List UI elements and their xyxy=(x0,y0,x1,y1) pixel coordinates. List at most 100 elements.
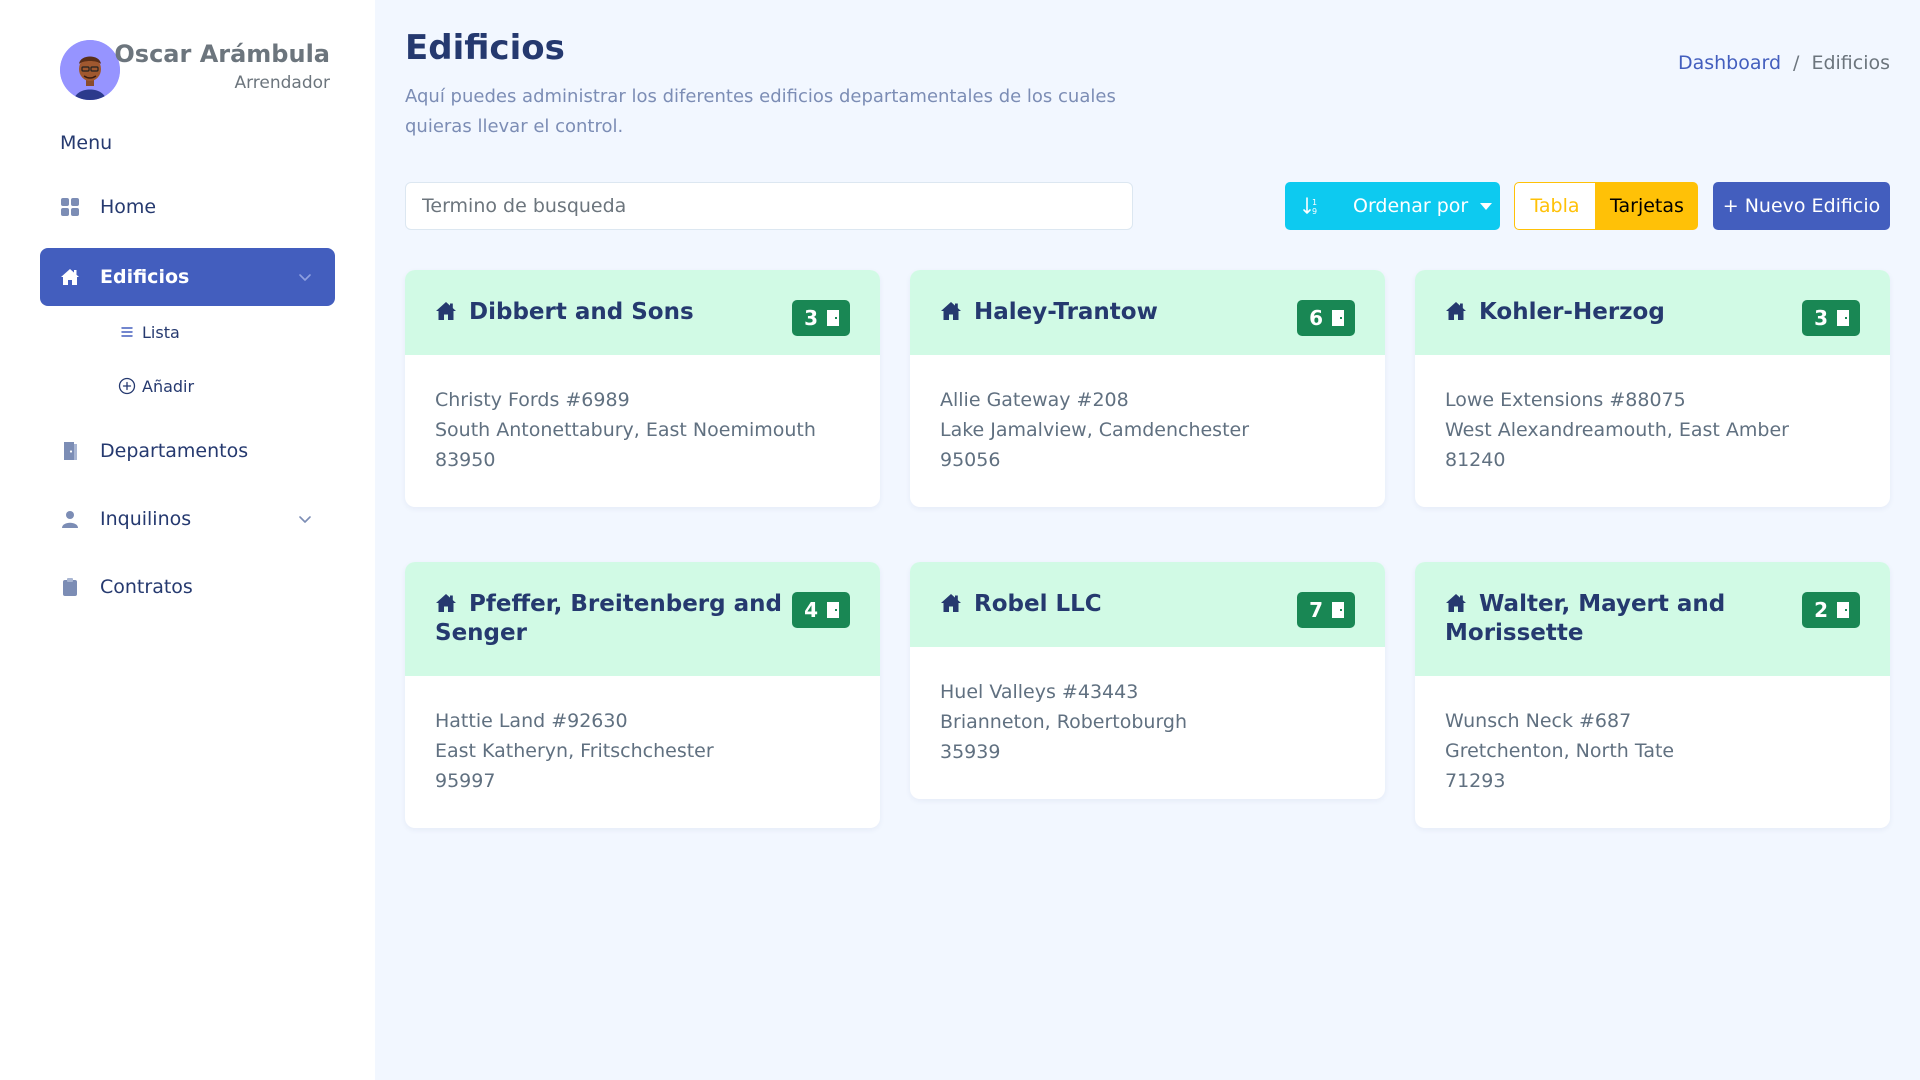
apartments-count: 3 xyxy=(1814,306,1828,330)
building-city: West Alexandreamouth, East Amber xyxy=(1445,419,1789,441)
user-role: Arrendador xyxy=(234,73,330,93)
building-card-body: Huel Valleys #43443 Brianneton, Robertob… xyxy=(910,647,1385,799)
new-building-button[interactable]: + Nuevo Edificio xyxy=(1713,182,1890,230)
building-name: Kohler-Herzog xyxy=(1445,298,1795,327)
sidebar-item-label: Edificios xyxy=(100,266,190,288)
door-icon xyxy=(1331,601,1345,619)
breadcrumb-link-dashboard[interactable]: Dashboard xyxy=(1678,52,1781,74)
chevron-down-icon xyxy=(297,269,313,285)
building-name-text: Kohler-Herzog xyxy=(1479,299,1665,325)
user-profile: Oscar Arámbula Arrendador xyxy=(60,40,330,100)
sidebar-item-label: Home xyxy=(100,196,157,218)
grid-icon xyxy=(60,197,80,217)
menu-title: Menu xyxy=(60,132,113,154)
building-city: Lake Jamalview, Camdenchester xyxy=(940,419,1250,441)
building-address: Wunsch Neck #687 xyxy=(1445,710,1632,732)
apartments-count-badge: 3 xyxy=(792,300,850,336)
apartments-count-badge: 7 xyxy=(1297,592,1355,628)
building-card[interactable]: Kohler-Herzog 3 Lowe Extensions #88075 W… xyxy=(1415,270,1890,507)
clipboard-icon xyxy=(60,577,80,597)
breadcrumb-separator: / xyxy=(1793,52,1800,74)
building-card-body: Hattie Land #92630 East Katheryn, Fritsc… xyxy=(405,676,880,828)
door-icon xyxy=(826,601,840,619)
door-icon xyxy=(1836,309,1850,327)
building-card-body: Lowe Extensions #88075 West Alexandreamo… xyxy=(1415,355,1890,507)
apartments-count: 7 xyxy=(1309,598,1323,622)
view-toggle-group: Tabla Tarjetas xyxy=(1514,182,1698,230)
sort-button-label: Ordenar por xyxy=(1353,195,1469,217)
plus-circle-icon xyxy=(118,377,136,395)
avatar[interactable] xyxy=(60,40,120,100)
sort-dropdown-button[interactable]: 19 Ordenar por xyxy=(1285,182,1500,230)
house-icon xyxy=(940,593,962,613)
building-name-text: Robel LLC xyxy=(974,591,1102,617)
sidebar-subitem-label: Lista xyxy=(142,322,180,342)
apartments-count-badge: 4 xyxy=(792,592,850,628)
building-card[interactable]: Dibbert and Sons 3 Christy Fords #6989 S… xyxy=(405,270,880,507)
chevron-down-icon xyxy=(297,511,313,527)
sidebar-item-label: Contratos xyxy=(100,576,193,598)
view-cards-button[interactable]: Tarjetas xyxy=(1596,182,1698,230)
building-card[interactable]: Pfeffer, Breitenberg and Senger 4 Hattie… xyxy=(405,562,880,828)
building-name: Walter, Mayert and Morissette xyxy=(1445,590,1795,648)
building-zip: 81240 xyxy=(1445,449,1506,471)
building-card[interactable]: Walter, Mayert and Morissette 2 Wunsch N… xyxy=(1415,562,1890,828)
svg-text:1: 1 xyxy=(1312,198,1317,207)
building-card-header: Dibbert and Sons 3 xyxy=(405,270,880,355)
building-card[interactable]: Haley-Trantow 6 Allie Gateway #208 Lake … xyxy=(910,270,1385,507)
sidebar-item-home[interactable]: Home xyxy=(40,178,335,236)
door-icon xyxy=(1331,309,1345,327)
building-city: South Antonettabury, East Noemimouth xyxy=(435,419,816,441)
building-card-body: Wunsch Neck #687 Gretchenton, North Tate… xyxy=(1415,676,1890,828)
view-table-button[interactable]: Tabla xyxy=(1514,182,1596,230)
apartments-count-badge: 3 xyxy=(1802,300,1860,336)
building-city: East Katheryn, Fritschchester xyxy=(435,740,714,762)
sidebar-subitem-lista[interactable]: Lista xyxy=(118,317,180,347)
sidebar-item-contratos[interactable]: Contratos xyxy=(40,558,335,616)
sort-icon: 19 xyxy=(1301,195,1323,217)
building-zip: 83950 xyxy=(435,449,496,471)
apartments-count-badge: 6 xyxy=(1297,300,1355,336)
building-zip: 35939 xyxy=(940,741,1001,763)
building-card-body: Christy Fords #6989 South Antonettabury,… xyxy=(405,355,880,507)
person-icon xyxy=(60,509,80,529)
building-city: Brianneton, Robertoburgh xyxy=(940,711,1188,733)
building-card-header: Kohler-Herzog 3 xyxy=(1415,270,1890,355)
apartments-count-badge: 2 xyxy=(1802,592,1860,628)
sidebar: Oscar Arámbula Arrendador Menu Home Edif… xyxy=(0,0,375,1080)
door-icon xyxy=(60,441,80,461)
building-zip: 95997 xyxy=(435,770,496,792)
building-card-header: Robel LLC 7 xyxy=(910,562,1385,647)
house-icon xyxy=(1445,301,1467,321)
sidebar-item-inquilinos[interactable]: Inquilinos xyxy=(40,490,335,548)
svg-text:9: 9 xyxy=(1312,207,1317,216)
building-address: Hattie Land #92630 xyxy=(435,710,628,732)
building-address: Lowe Extensions #88075 xyxy=(1445,389,1686,411)
house-icon xyxy=(940,301,962,321)
sidebar-subitem-label: Añadir xyxy=(142,376,195,396)
building-card[interactable]: Robel LLC 7 Huel Valleys #43443 Briannet… xyxy=(910,562,1385,799)
sidebar-item-label: Departamentos xyxy=(100,440,249,462)
building-card-body: Allie Gateway #208 Lake Jamalview, Camde… xyxy=(910,355,1385,507)
building-zip: 71293 xyxy=(1445,770,1506,792)
sidebar-item-label: Inquilinos xyxy=(100,508,192,530)
building-name: Pfeffer, Breitenberg and Senger xyxy=(435,590,785,648)
apartments-count: 4 xyxy=(804,598,818,622)
building-city: Gretchenton, North Tate xyxy=(1445,740,1675,762)
breadcrumb-current: Edificios xyxy=(1811,52,1890,74)
sidebar-item-departamentos[interactable]: Departamentos xyxy=(40,422,335,480)
house-icon xyxy=(60,267,80,287)
building-card-header: Haley-Trantow 6 xyxy=(910,270,1385,355)
building-name: Haley-Trantow xyxy=(940,298,1290,327)
apartments-count: 2 xyxy=(1814,598,1828,622)
building-name-text: Dibbert and Sons xyxy=(469,299,694,325)
building-name-text: Walter, Mayert and Morissette xyxy=(1445,591,1726,646)
list-icon xyxy=(118,323,136,341)
user-name: Oscar Arámbula xyxy=(114,40,330,68)
sidebar-subitem-anadir[interactable]: Añadir xyxy=(118,371,194,401)
sidebar-item-edificios[interactable]: Edificios xyxy=(40,248,335,306)
search-input[interactable] xyxy=(405,182,1133,230)
house-icon xyxy=(435,593,457,613)
door-icon xyxy=(1836,601,1850,619)
house-icon xyxy=(435,301,457,321)
